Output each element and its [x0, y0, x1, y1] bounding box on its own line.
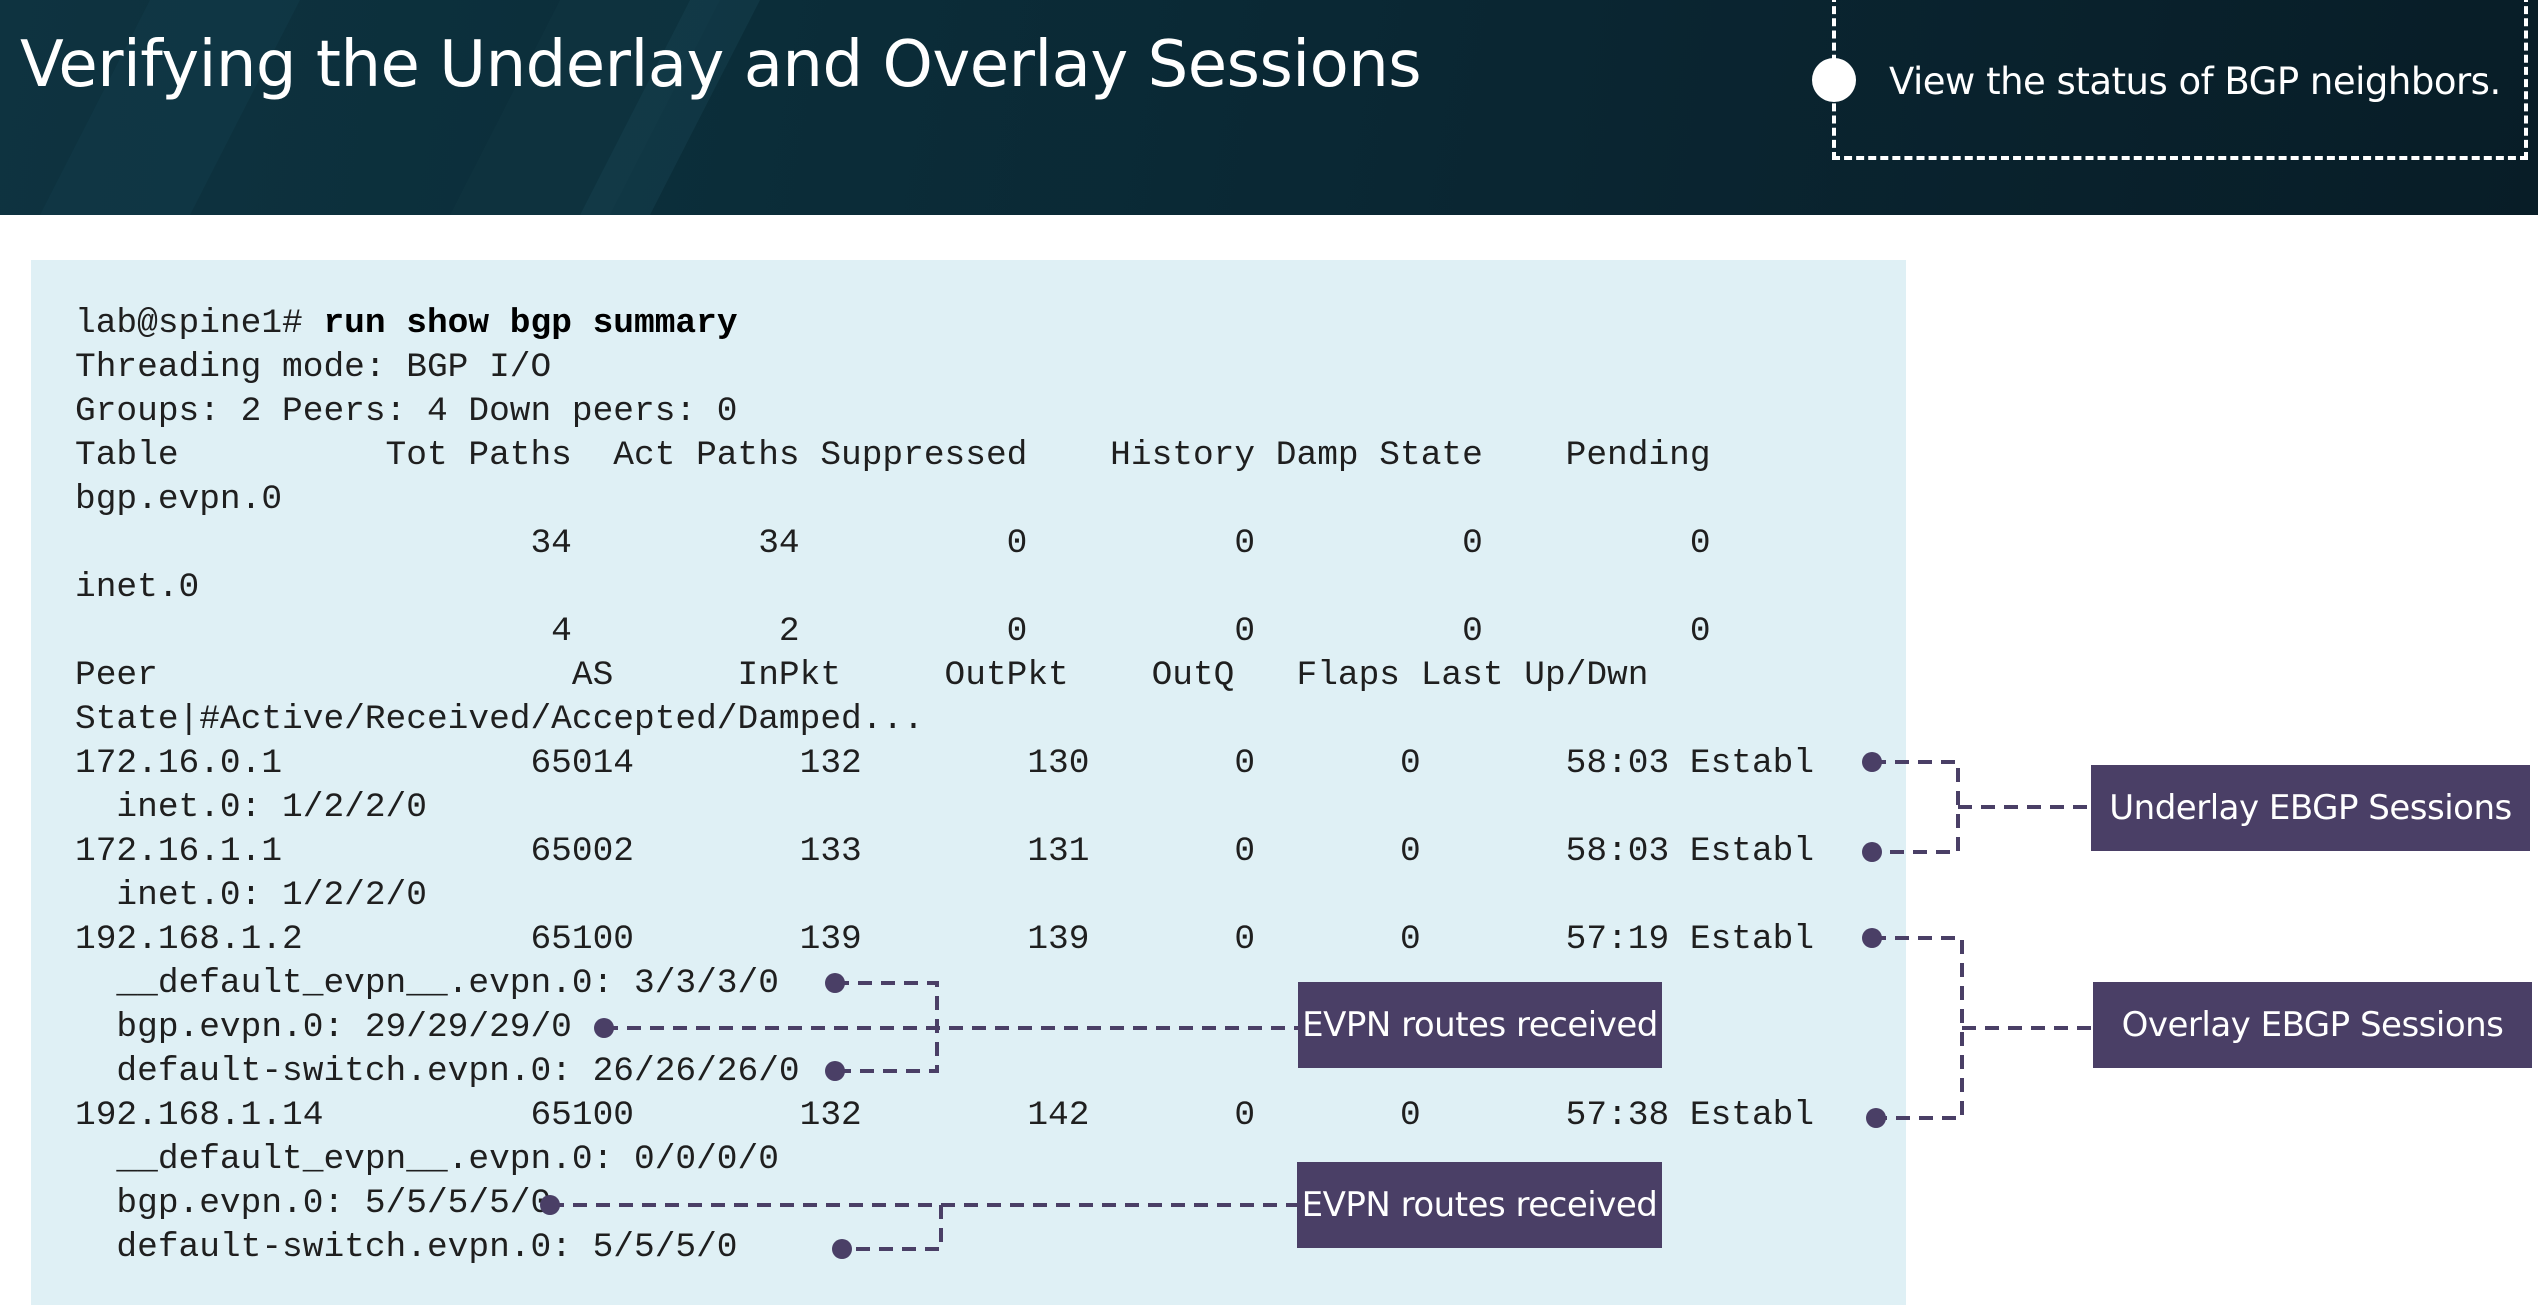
connector-dot	[1866, 1108, 1886, 1128]
connector-dot	[825, 973, 845, 993]
evpn-routes-label: EVPN routes received	[1297, 1162, 1662, 1248]
connector-dot	[825, 1061, 845, 1081]
connector-dot	[540, 1195, 560, 1215]
connector-dot	[594, 1018, 614, 1038]
overlay-sessions-label: Overlay EBGP Sessions	[2093, 982, 2532, 1068]
connector-dot	[1862, 752, 1882, 772]
connector-dot	[832, 1239, 852, 1259]
connector-dot	[1862, 842, 1882, 862]
evpn-routes-label: EVPN routes received	[1298, 982, 1662, 1068]
connector-lines	[540, 752, 2092, 1259]
underlay-sessions-label: Underlay EBGP Sessions	[2091, 765, 2530, 851]
connector-dot	[1862, 928, 1882, 948]
